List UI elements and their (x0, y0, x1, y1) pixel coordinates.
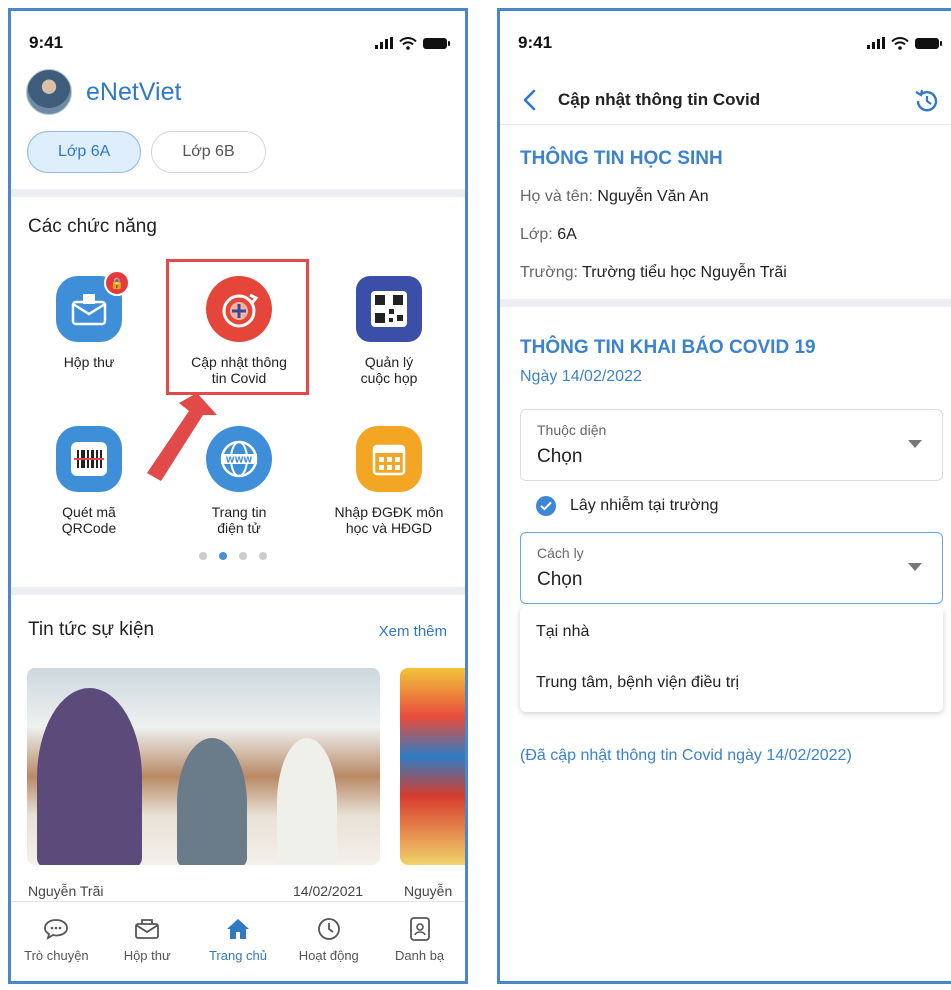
divider (500, 299, 951, 307)
news-image[interactable] (400, 668, 465, 865)
field-value: Chọn (537, 569, 583, 590)
wifi-icon (399, 36, 417, 50)
tab-class-6b[interactable]: Lớp 6B (151, 131, 266, 173)
divider (11, 189, 465, 197)
nav-activity[interactable]: Hoạt động (283, 902, 374, 981)
student-class-row: Lớp: 6A (520, 226, 577, 243)
isolation-select[interactable]: Cách ly Chọn (520, 532, 943, 604)
covid-update-screen: 9:41 Cập nhật thông tin Covid THÔNG TIN … (497, 8, 951, 984)
functions-title: Các chức năng (28, 216, 157, 237)
caret-down-icon (908, 440, 922, 448)
barcode-scan-icon (56, 426, 122, 492)
news-date: 14/02/2021 (293, 883, 364, 899)
updated-note: (Đã cập nhật thông tin Covid ngày 14/02/… (520, 747, 852, 764)
nav-label: Hộp thư (123, 948, 171, 963)
option-treatment-center[interactable]: Trung tâm, bệnh viện điều trị (536, 674, 739, 692)
lock-icon: 🔒 (104, 270, 130, 296)
signal-icon (375, 37, 393, 49)
status-bar: 9:41 (29, 33, 450, 53)
status-bar: 9:41 (518, 33, 942, 53)
clock-icon (317, 918, 340, 940)
top-bar: Cập nhật thông tin Covid (500, 76, 951, 125)
covid-section-title: THÔNG TIN KHAI BÁO COVID 19 (520, 337, 816, 358)
back-arrow-icon[interactable] (518, 88, 542, 112)
system-icons (375, 36, 450, 50)
option-home[interactable]: Tại nhà (536, 623, 589, 641)
highlight-box (166, 259, 309, 395)
status-time: 9:41 (29, 33, 64, 52)
nav-chat[interactable]: Trò chuyện (11, 902, 102, 981)
news-title: Tin tức sự kiện (28, 619, 155, 640)
student-name-row: Họ và tên: Nguyễn Văn An (520, 188, 709, 205)
system-icons (867, 36, 942, 50)
function-label: Trang tin điện tử (211, 504, 267, 536)
checkbox-label: Lây nhiễm tại trường (570, 497, 719, 514)
function-label: Quét mã QRCode (61, 504, 117, 536)
category-select[interactable]: Thuộc diện Chọn (520, 409, 943, 481)
svg-text:WWW: WWW (226, 456, 253, 465)
function-mailbox[interactable]: 🔒 Hộp thư (14, 270, 164, 370)
function-meeting[interactable]: Quản lý cuộc họp (314, 276, 464, 386)
nav-home[interactable]: Trang chủ (193, 902, 284, 981)
nav-contacts[interactable]: Danh bạ (374, 902, 465, 981)
student-school-row: Trường: Trường tiểu học Nguyễn Trãi (520, 264, 787, 281)
check-icon (536, 496, 556, 516)
news-source: Nguyễn Trãi (28, 883, 104, 899)
function-label: Hộp thư (63, 354, 115, 370)
isolation-dropdown: Tại nhà Trung tâm, bệnh viện điều trị (520, 606, 943, 712)
mailbox-icon: 🔒 (56, 270, 130, 342)
battery-icon (423, 37, 450, 49)
battery-icon (915, 37, 942, 49)
class-tabs: Lớp 6A Lớp 6B (27, 131, 266, 173)
avatar[interactable] (26, 69, 72, 115)
mail-icon (135, 919, 160, 939)
nav-label: Trang chủ (208, 948, 268, 963)
see-more-link[interactable]: Xem thêm (379, 623, 447, 640)
page-title: Cập nhật thông tin Covid (558, 90, 761, 109)
infected-at-school-checkbox[interactable]: Lây nhiễm tại trường (536, 496, 718, 516)
function-label: Nhập ĐGĐK môn học và HĐGD (334, 504, 444, 536)
field-value: Chọn (537, 446, 583, 467)
field-label: Cách ly (537, 545, 584, 561)
news-source: Nguyễn (404, 883, 453, 899)
app-header: eNetViet (26, 69, 181, 115)
calendar-grid-icon (356, 426, 422, 492)
chat-icon (44, 919, 69, 940)
declaration-date: Ngày 14/02/2022 (520, 368, 642, 385)
pointer-arrow (147, 393, 217, 481)
page-indicator (199, 552, 267, 560)
wifi-icon (891, 36, 909, 50)
nav-label: Trò chuyện (24, 948, 89, 963)
caret-down-icon (908, 563, 922, 571)
contacts-icon (409, 917, 430, 941)
field-label: Thuộc diện (537, 422, 607, 438)
home-icon (226, 919, 249, 939)
nav-label: Danh bạ (395, 948, 445, 963)
app-title: eNetViet (86, 77, 182, 106)
tab-class-6a[interactable]: Lớp 6A (27, 131, 142, 173)
news-image[interactable] (27, 668, 380, 865)
history-icon[interactable] (913, 87, 941, 115)
divider (11, 587, 465, 595)
student-section-title: THÔNG TIN HỌC SINH (520, 148, 723, 169)
status-time: 9:41 (518, 33, 553, 52)
nav-mail[interactable]: Hộp thư (102, 902, 193, 981)
signal-icon (867, 37, 885, 49)
nav-label: Hoạt động (298, 948, 359, 963)
qr-meeting-icon (356, 276, 422, 342)
home-screen: 9:41 eNetViet Lớp 6A Lớp 6B Các chức năn… (8, 8, 468, 984)
bottom-nav: Trò chuyện Hộp thư Trang chủ Hoạt động D… (11, 901, 465, 981)
function-assessment[interactable]: Nhập ĐGĐK môn học và HĐGD (314, 426, 464, 536)
function-label: Quản lý cuộc họp (360, 354, 418, 386)
